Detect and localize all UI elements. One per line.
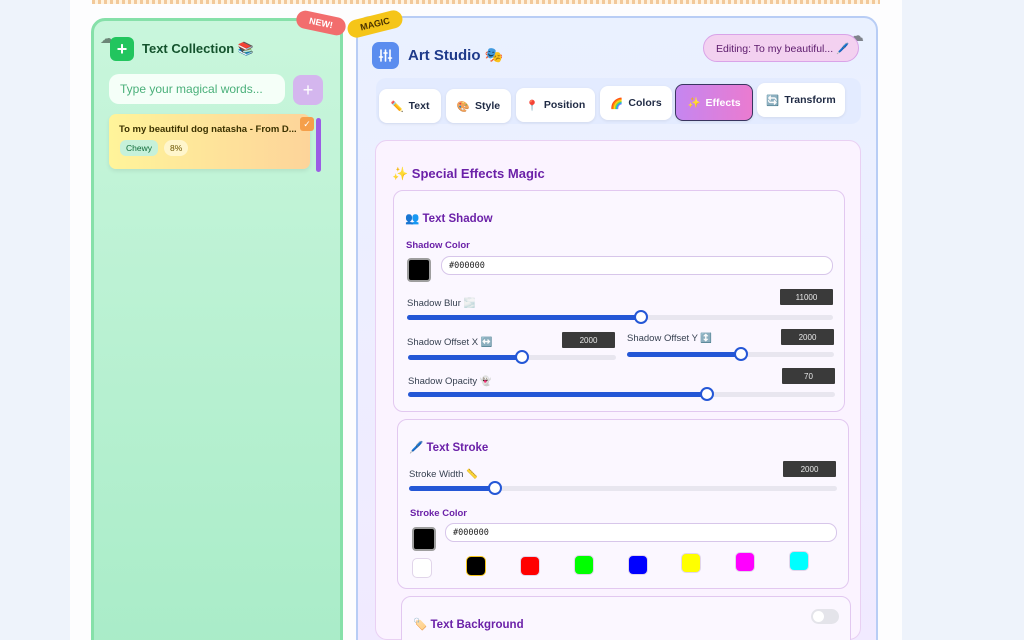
shadow-blur-label: Shadow Blur 🌫️ bbox=[407, 298, 476, 309]
tab-label: Text bbox=[408, 100, 430, 112]
slider-fill bbox=[627, 352, 741, 357]
shadow-offset-y-slider[interactable] bbox=[627, 347, 834, 361]
text-input[interactable]: Type your magical words... bbox=[109, 74, 285, 104]
text-list-item[interactable]: To my beautiful dog natasha - From D... … bbox=[109, 114, 310, 169]
shadow-opacity-slider[interactable] bbox=[408, 387, 835, 401]
tab-effects[interactable]: ✨ Effects bbox=[675, 84, 753, 121]
text-item-tags: Chewy 8% bbox=[120, 140, 189, 156]
tab-colors[interactable]: 🌈 Colors bbox=[600, 86, 672, 120]
shadow-offset-y-value[interactable]: 2000 bbox=[781, 329, 834, 345]
slider-thumb[interactable] bbox=[699, 387, 714, 401]
stroke-preset-green[interactable] bbox=[574, 555, 594, 575]
studio-title: Art Studio 🎭 bbox=[408, 47, 504, 64]
shadow-color-label: Shadow Color bbox=[406, 240, 470, 251]
slider-fill bbox=[408, 355, 523, 360]
tab-label: Transform bbox=[784, 94, 836, 106]
shadow-color-swatch[interactable] bbox=[407, 258, 431, 282]
shadow-offset-x-value[interactable]: 2000 bbox=[562, 332, 615, 348]
stroke-preset-magenta[interactable] bbox=[735, 552, 755, 572]
add-text-button[interactable]: + bbox=[293, 75, 323, 105]
shadow-blur-slider[interactable] bbox=[407, 310, 833, 324]
slider-fill bbox=[408, 392, 707, 397]
plus-icon: + bbox=[110, 37, 134, 61]
stroke-color-input[interactable]: #000000 bbox=[445, 523, 837, 542]
stroke-preset-red[interactable] bbox=[520, 556, 540, 576]
shadow-offset-x-label: Shadow Offset X ↔️ bbox=[407, 337, 493, 348]
stroke-preset-white[interactable] bbox=[412, 558, 432, 578]
shadow-blur-value[interactable]: 11000 bbox=[780, 289, 833, 305]
stroke-width-slider[interactable] bbox=[409, 481, 837, 495]
effects-title: ✨ Special Effects Magic bbox=[392, 166, 545, 181]
stroke-width-value[interactable]: 2000 bbox=[783, 461, 836, 477]
sparkles-icon: ✨ bbox=[687, 97, 701, 109]
pencil-icon: ✏️ bbox=[390, 100, 404, 113]
stroke-preset-black[interactable] bbox=[466, 556, 486, 576]
text-shadow-title: 👥 Text Shadow bbox=[405, 213, 493, 225]
tab-label: Style bbox=[474, 100, 501, 112]
tab-label: Effects bbox=[705, 96, 741, 109]
shadow-color-input[interactable]: #000000 bbox=[441, 256, 833, 275]
percent-tag: 8% bbox=[163, 140, 189, 156]
slider-thumb[interactable] bbox=[487, 481, 502, 495]
sliders-icon bbox=[372, 42, 399, 69]
shadow-offset-y-label: Shadow Offset Y ↕️ bbox=[627, 333, 713, 344]
scrollbar[interactable] bbox=[316, 118, 321, 172]
rainbow-icon: 🌈 bbox=[610, 97, 624, 110]
tab-label: Position bbox=[543, 99, 586, 111]
palette-icon: 🎨 bbox=[456, 100, 470, 113]
collection-title: Text Collection 📚 bbox=[142, 41, 255, 56]
rotate-icon: 🔄 bbox=[766, 94, 780, 107]
shadow-offset-x-slider[interactable] bbox=[408, 350, 616, 364]
shadow-opacity-label: Shadow Opacity 👻 bbox=[408, 376, 492, 387]
text-background-title: 🏷️ Text Background bbox=[413, 619, 524, 631]
check-icon[interactable]: ✓ bbox=[300, 117, 314, 131]
pin-icon: 📍 bbox=[525, 99, 539, 112]
tab-style[interactable]: 🎨 Style bbox=[446, 89, 511, 123]
stroke-color-label: Stroke Color bbox=[410, 508, 468, 519]
slider-fill bbox=[409, 486, 495, 491]
text-collection-panel bbox=[91, 18, 343, 640]
collection-header: + Text Collection 📚 bbox=[110, 37, 254, 61]
stroke-color-swatch[interactable] bbox=[412, 527, 436, 551]
decorative-top-strip bbox=[92, 0, 880, 4]
stroke-preset-yellow[interactable] bbox=[681, 553, 701, 573]
stroke-width-label: Stroke Width 📏 bbox=[409, 469, 478, 480]
shadow-opacity-value[interactable]: 70 bbox=[782, 368, 835, 384]
slider-thumb[interactable] bbox=[733, 347, 748, 361]
tab-text[interactable]: ✏️ Text bbox=[379, 89, 441, 123]
slider-fill bbox=[407, 315, 642, 320]
tab-transform[interactable]: 🔄 Transform bbox=[757, 83, 845, 117]
stroke-preset-cyan[interactable] bbox=[789, 551, 809, 571]
tab-position[interactable]: 📍 Position bbox=[516, 88, 595, 122]
text-stroke-title: 🖊️ Text Stroke bbox=[409, 442, 489, 454]
text-item-title: To my beautiful dog natasha - From D... bbox=[119, 124, 297, 135]
editing-indicator[interactable]: Editing: To my beautiful... 🖊️ bbox=[703, 34, 859, 62]
font-tag: Chewy bbox=[120, 140, 158, 156]
tab-label: Colors bbox=[628, 97, 662, 109]
text-background-toggle[interactable] bbox=[811, 609, 839, 624]
stroke-preset-blue[interactable] bbox=[628, 555, 648, 575]
